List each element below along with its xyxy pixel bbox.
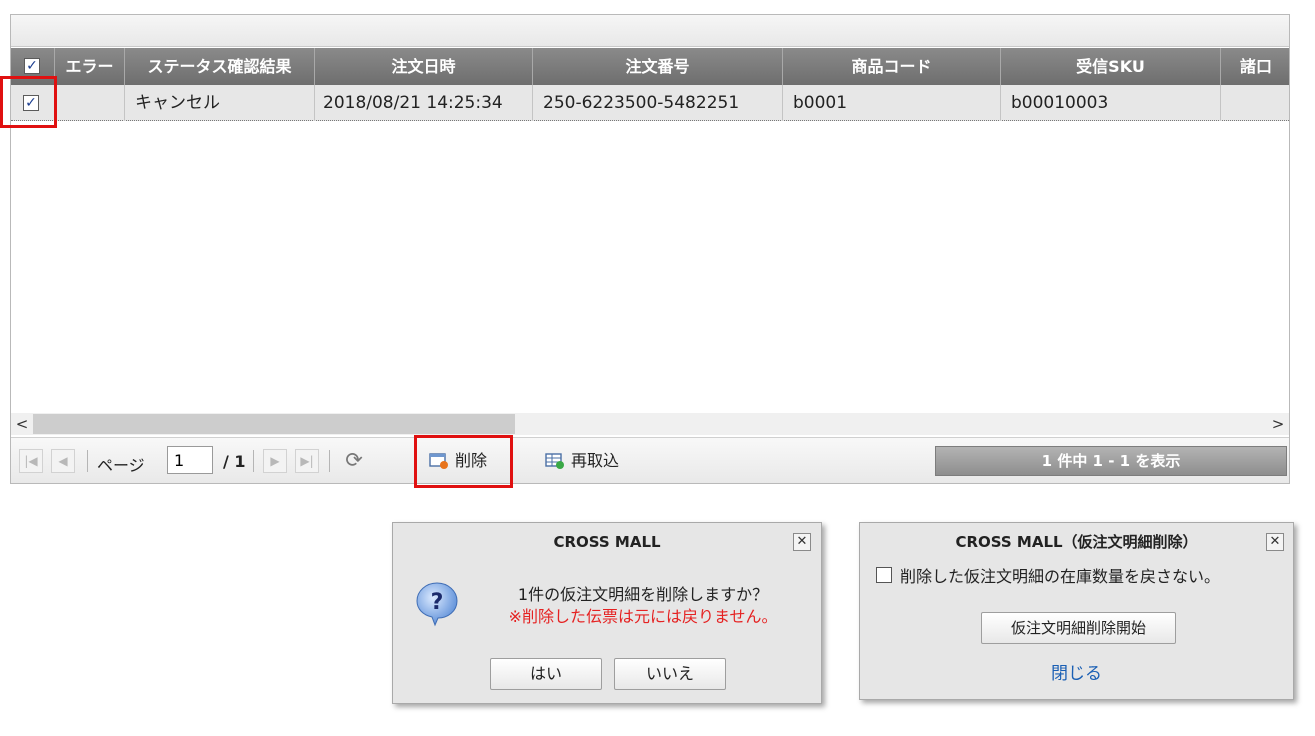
scroll-left-arrow[interactable]: < [11,413,33,435]
column-header-order-number[interactable]: 注文番号 [533,48,783,85]
confirm-warning: ※削除した伝票は元には戻りません。 [508,607,778,626]
table-row[interactable]: ✓ キャンセル 2018/08/21 14:25:34 250-6223500-… [11,85,1289,121]
cell-order-number: 250-6223500-5482251 [533,85,783,121]
highlight-row-checkbox [0,76,57,128]
toolbar-separator [87,450,88,472]
close-icon[interactable]: ✕ [793,533,811,551]
first-page-icon[interactable]: |◀ [19,449,43,473]
cell-status: キャンセル [125,85,315,121]
cell-order-datetime: 2018/08/21 14:25:34 [315,85,533,121]
cell-product-code: b0001 [783,85,1001,121]
column-header-received-sku[interactable]: 受信SKU [1001,48,1221,85]
dialog-title: CROSS MALL（仮注文明細削除） [955,533,1198,551]
keep-stock-label[interactable]: 削除した仮注文明細の在庫数量を戻さない。 [900,563,1220,587]
page-number-input[interactable] [167,446,213,474]
record-count-status: 1 件中 1 - 1 を表示 [935,446,1287,476]
highlight-delete-button [414,435,513,488]
column-header-row: ✓ エラー ステータス確認結果 注文日時 注文番号 商品コード 受信SKU 諸口 [11,48,1289,85]
keep-stock-checkbox[interactable] [876,567,892,583]
column-header-status[interactable]: ステータス確認結果 [125,48,315,85]
close-link[interactable]: 閉じる [860,659,1293,684]
last-page-icon[interactable]: ▶| [295,449,319,473]
select-all-checkbox[interactable]: ✓ [24,58,40,74]
paging-toolbar: |◀ ◀ ページ / 1 ▶ ▶| ⟳ 削除 再取込 [11,437,1289,483]
column-header-misc[interactable]: 諸口 [1221,48,1291,85]
scrollbar-thumb[interactable] [33,414,515,434]
cell-misc [1221,85,1291,121]
confirm-message: 1件の仮注文明細を削除しますか？ [517,585,769,604]
column-header-error[interactable]: エラー [55,48,125,85]
reimport-button[interactable]: 再取込 [545,446,635,476]
dialog-title: CROSS MALL [553,533,661,551]
panel-header [11,15,1289,47]
no-button[interactable]: いいえ [614,658,726,690]
page-total: / 1 [223,452,246,471]
column-header-order-datetime[interactable]: 注文日時 [315,48,533,85]
delete-options-dialog: CROSS MALL（仮注文明細削除） ✕ 削除した仮注文明細の在庫数量を戻さな… [859,522,1294,700]
page-label: ページ [97,456,145,475]
column-header-product-code[interactable]: 商品コード [783,48,1001,85]
order-grid-panel: ✓ エラー ステータス確認結果 注文日時 注文番号 商品コード 受信SKU 諸口… [10,14,1290,484]
close-icon[interactable]: ✕ [1266,533,1284,551]
toolbar-separator [329,450,330,472]
yes-button[interactable]: はい [490,658,602,690]
svg-text:?: ? [431,590,444,615]
confirm-delete-dialog: CROSS MALL ✕ ? 1件の仮注文明細を削除しますか？ ※削除した伝票は… [392,522,822,704]
cell-error [55,85,125,121]
start-delete-button[interactable]: 仮注文明細削除開始 [981,612,1176,644]
reimport-label: 再取込 [571,451,620,470]
question-icon: ? [416,582,458,627]
refresh-icon[interactable]: ⟳ [341,447,367,473]
next-page-icon[interactable]: ▶ [263,449,287,473]
horizontal-scrollbar[interactable]: < > [11,413,1289,435]
toolbar-separator [253,450,254,472]
prev-page-icon[interactable]: ◀ [51,449,75,473]
cell-received-sku: b00010003 [1001,85,1221,121]
reimport-table-icon [545,453,564,469]
scroll-right-arrow[interactable]: > [1267,413,1289,435]
